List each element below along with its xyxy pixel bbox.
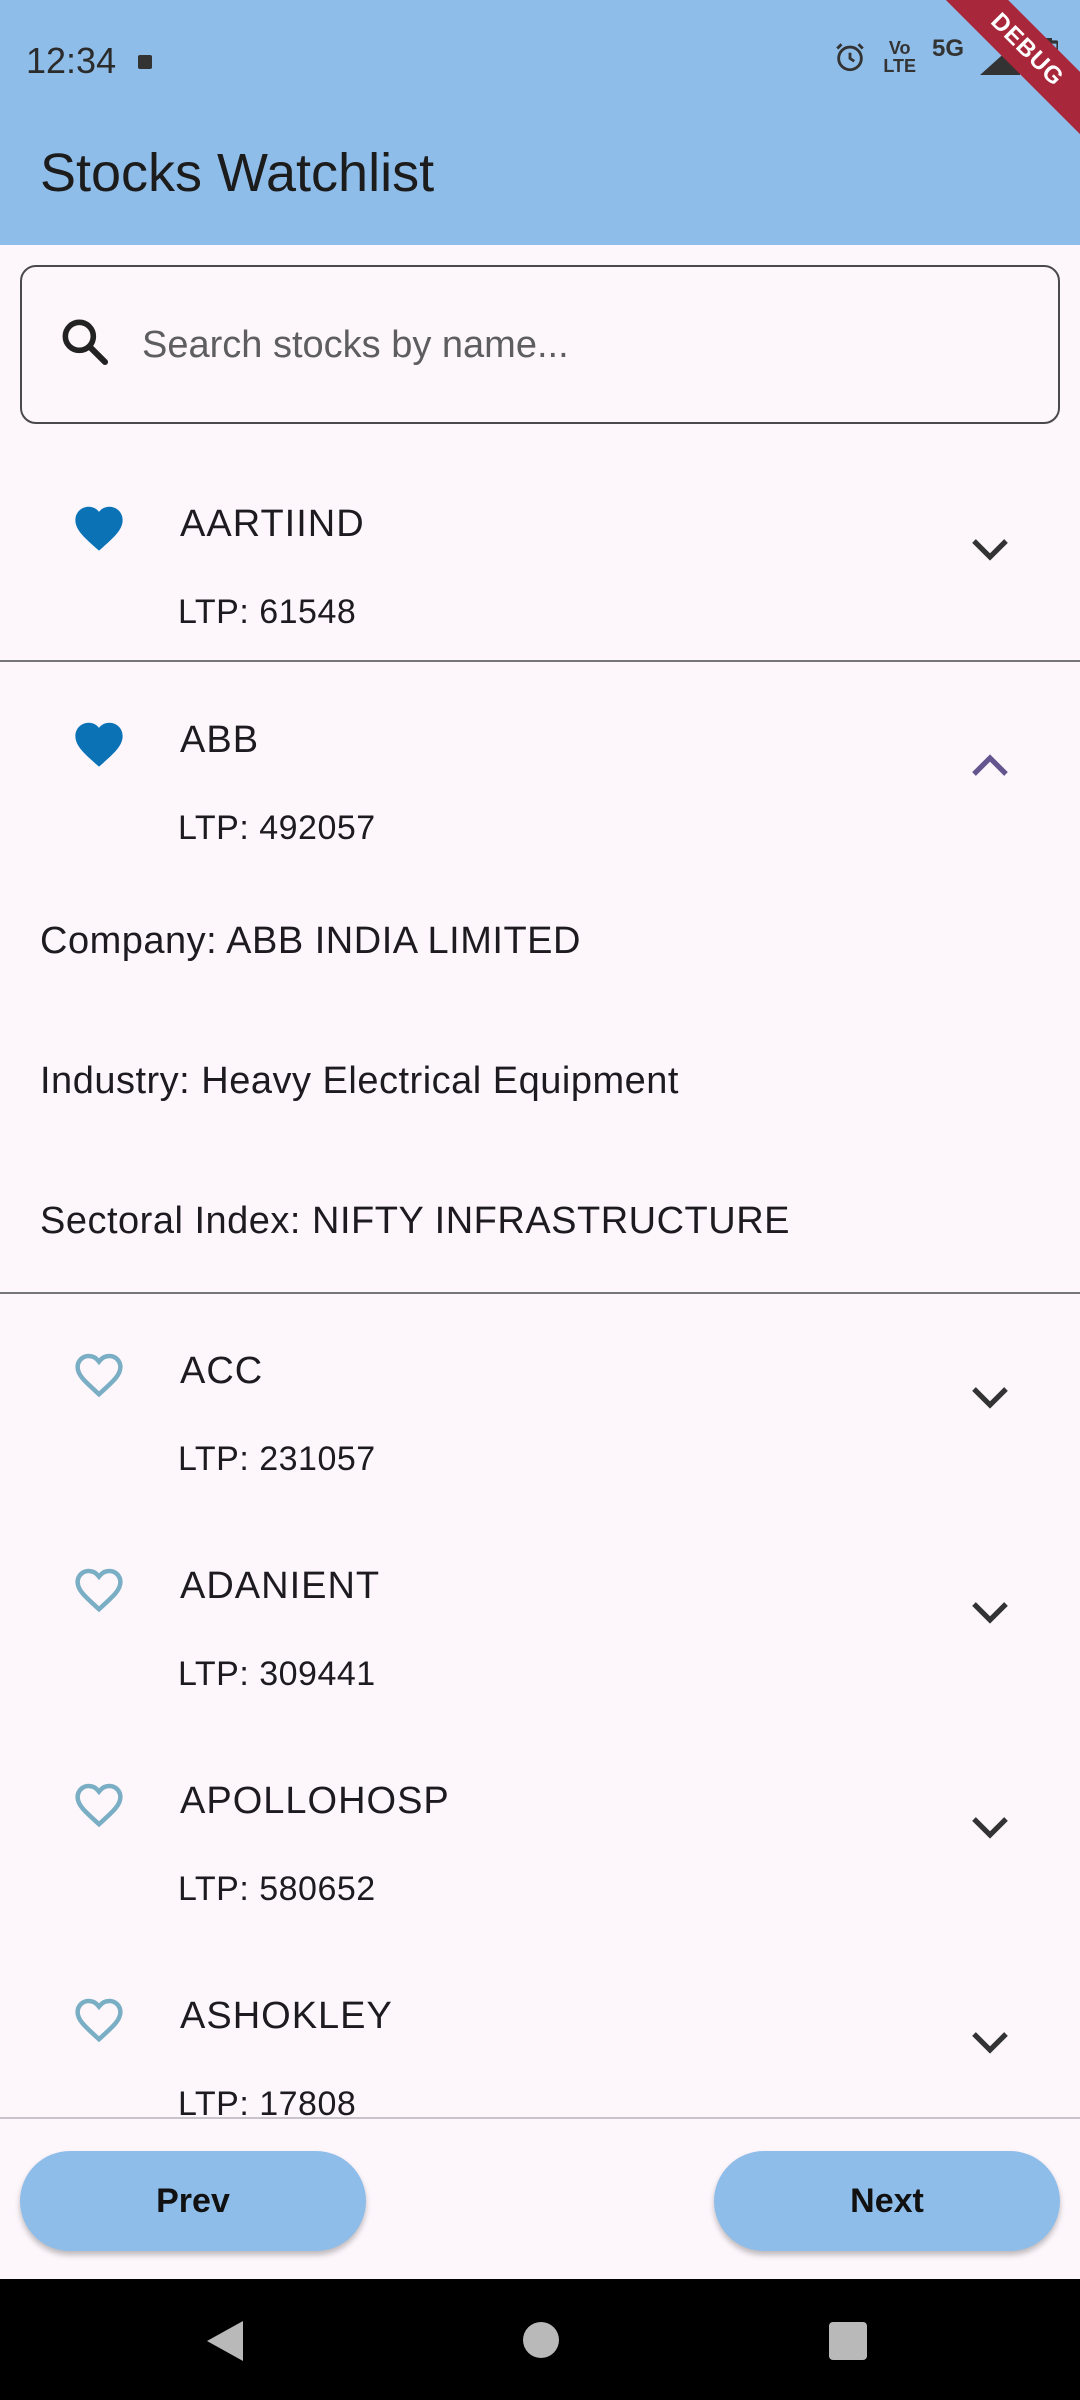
back-icon[interactable] bbox=[205, 2319, 245, 2363]
alarm-icon bbox=[836, 43, 865, 72]
stock-item-ashokley[interactable]: ASHOKLEY LTP: 17808 bbox=[0, 1940, 1080, 2117]
stock-ltp: LTP: 492057 bbox=[178, 809, 376, 847]
stock-symbol: AARTIIND bbox=[180, 503, 365, 545]
home-icon[interactable] bbox=[523, 2322, 559, 2358]
heart-outline-icon[interactable] bbox=[72, 1349, 126, 1399]
heart-outline-icon[interactable] bbox=[72, 1564, 126, 1614]
chevron-up-icon[interactable] bbox=[970, 752, 1010, 778]
heart-filled-icon[interactable] bbox=[72, 718, 126, 768]
company-detail: Company: ABB INDIA LIMITED bbox=[40, 920, 581, 962]
stock-item-acc[interactable]: ACC LTP: 231057 bbox=[0, 1295, 1080, 1510]
heart-outline-icon[interactable] bbox=[72, 1994, 126, 2044]
chevron-down-icon[interactable] bbox=[970, 1600, 1010, 1626]
stock-ltp: LTP: 580652 bbox=[178, 1870, 376, 1908]
stock-ltp: LTP: 231057 bbox=[178, 1440, 376, 1478]
system-nav-bar bbox=[0, 2279, 1080, 2400]
heart-filled-icon[interactable] bbox=[72, 502, 126, 552]
stock-item-adanient[interactable]: ADANIENT LTP: 309441 bbox=[0, 1510, 1080, 1725]
stock-ltp: LTP: 61548 bbox=[178, 593, 357, 631]
page-title: Stocks Watchlist bbox=[40, 143, 435, 203]
search-field[interactable] bbox=[20, 265, 1060, 424]
stock-symbol: ADANIENT bbox=[180, 1565, 381, 1607]
chevron-down-icon[interactable] bbox=[970, 1385, 1010, 1411]
search-icon bbox=[62, 319, 109, 366]
pagination-bar: Prev Next bbox=[0, 2117, 1080, 2279]
next-button[interactable]: Next bbox=[714, 2151, 1060, 2251]
recents-icon[interactable] bbox=[829, 2322, 867, 2360]
stock-list[interactable]: AARTIIND LTP: 61548 ABB LTP: 492057 Comp… bbox=[0, 445, 1080, 2117]
search-input[interactable] bbox=[142, 307, 1022, 383]
stock-symbol: APOLLOHOSP bbox=[180, 1780, 450, 1822]
heart-outline-icon[interactable] bbox=[72, 1779, 126, 1829]
volte-indicator: Vo LTE bbox=[883, 38, 916, 76]
stock-item-aartiind[interactable]: AARTIIND LTP: 61548 bbox=[0, 445, 1080, 661]
prev-button[interactable]: Prev bbox=[20, 2151, 366, 2251]
stock-ltp: LTP: 17808 bbox=[178, 2085, 357, 2117]
stock-item-apollohosp[interactable]: APOLLOHOSP LTP: 580652 bbox=[0, 1725, 1080, 1940]
chevron-down-icon[interactable] bbox=[970, 1815, 1010, 1841]
stock-ltp: LTP: 309441 bbox=[178, 1655, 376, 1693]
stock-symbol: ACC bbox=[180, 1350, 264, 1392]
chevron-down-icon[interactable] bbox=[970, 537, 1010, 563]
sim-icon bbox=[138, 55, 152, 69]
sectoral-index-detail: Sectoral Index: NIFTY INFRASTRUCTURE bbox=[40, 1200, 791, 1242]
stock-symbol: ABB bbox=[180, 719, 260, 761]
status-time: 12:34 bbox=[26, 40, 117, 81]
stock-item-abb[interactable]: ABB LTP: 492057 Company: ABB INDIA LIMIT… bbox=[0, 662, 1080, 1296]
stock-symbol: ASHOKLEY bbox=[180, 1995, 393, 2037]
app-bar: 12:34 Vo LTE 5G DEBUG Stocks Watchlist bbox=[0, 0, 1080, 245]
divider bbox=[0, 1292, 1080, 1294]
chevron-down-icon[interactable] bbox=[970, 2030, 1010, 2056]
industry-detail: Industry: Heavy Electrical Equipment bbox=[40, 1060, 679, 1102]
network-type: 5G bbox=[931, 35, 964, 62]
